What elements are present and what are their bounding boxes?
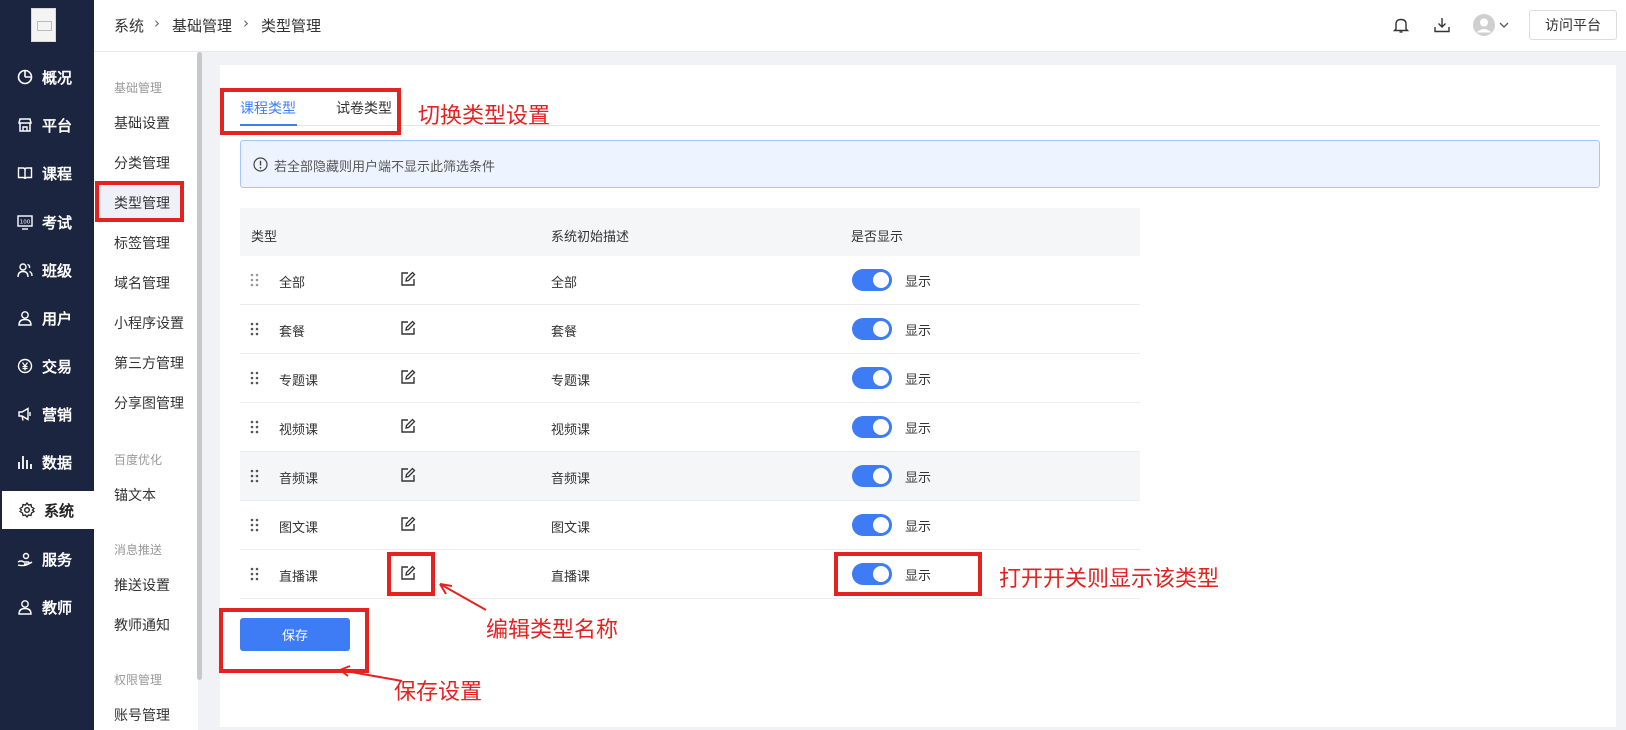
- annotation-switch-tabs: 切换类型设置: [418, 104, 551, 129]
- annotation-edit-note: 编辑类型名称: [486, 618, 619, 643]
- annotation-toggle-note: 打开开关则显示该类型: [999, 567, 1220, 592]
- annotation-save-note: 保存设置: [394, 680, 483, 705]
- annotation-arrows: [339, 583, 487, 682]
